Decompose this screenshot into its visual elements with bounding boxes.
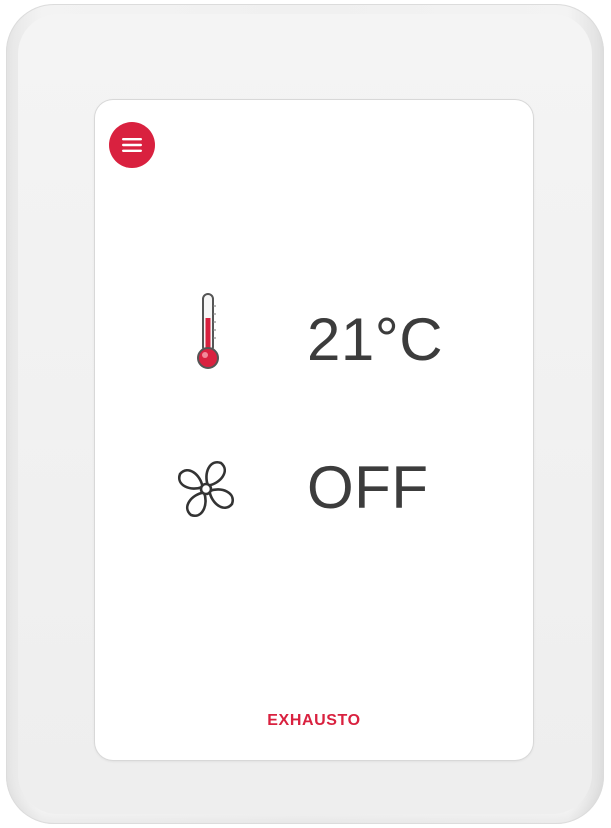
fan-icon	[177, 460, 235, 518]
temperature-value: 21°C	[307, 306, 444, 373]
hamburger-menu-icon	[122, 138, 142, 152]
thermostat-device: 21°C OFF EXHAUSTO	[6, 4, 604, 824]
display-screen: 21°C OFF EXHAUSTO	[95, 100, 533, 760]
fan-row[interactable]: OFF	[95, 440, 533, 530]
temperature-row[interactable]: 21°C	[95, 292, 533, 382]
fan-status: OFF	[307, 454, 429, 521]
brand-logo: EXHAUSTO	[267, 712, 361, 729]
menu-button[interactable]	[109, 122, 155, 168]
thermometer-icon	[197, 293, 219, 369]
